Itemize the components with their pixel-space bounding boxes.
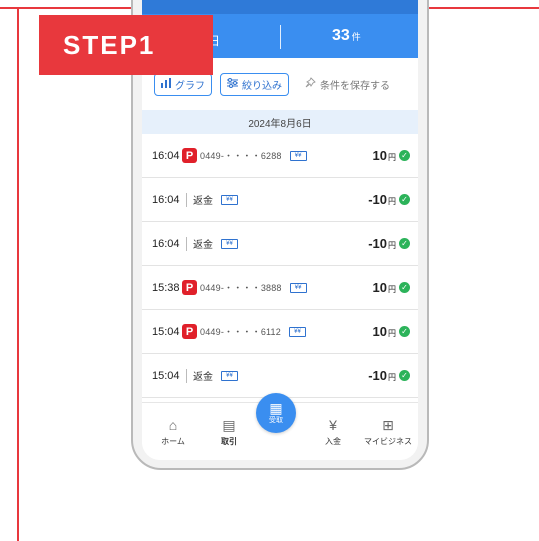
paypay-logo-icon: P xyxy=(182,324,197,339)
check-circle-icon: ✓ xyxy=(399,238,410,249)
paypay-logo-icon: P xyxy=(182,148,197,163)
bar-chart-icon xyxy=(161,77,171,91)
transaction-amount: -10円 xyxy=(368,192,396,207)
amount-value: -10 xyxy=(368,192,387,207)
check-circle-icon: ✓ xyxy=(399,194,410,205)
check-circle-icon: ✓ xyxy=(399,370,410,381)
transaction-amount: 10円 xyxy=(373,148,396,163)
divider xyxy=(186,236,187,251)
transaction-row[interactable]: 15:38 P 0449-・・・・3888 ¥¥ 10円 ✓ xyxy=(142,266,418,310)
transaction-time: 15:04 xyxy=(152,369,180,382)
save-conditions-label: 条件を保存する xyxy=(320,80,390,92)
amount-value: -10 xyxy=(368,368,387,383)
transaction-time: 16:04 xyxy=(152,149,180,162)
amount-unit: 円 xyxy=(388,197,396,206)
transaction-amount: 10円 xyxy=(373,324,396,339)
yen-ticket-icon: ¥¥ xyxy=(289,150,307,161)
yen-ticket-icon: ¥¥ xyxy=(289,282,307,293)
amount-value: 10 xyxy=(372,324,387,339)
count-value: 33 xyxy=(332,27,350,44)
date-header: 2024年8月6日 xyxy=(142,110,418,134)
frame-left-line xyxy=(17,7,19,541)
tab-my-business-label: マイビジネス xyxy=(364,437,412,446)
step-badge: STEP1 xyxy=(39,15,213,75)
transaction-count: 33 件 xyxy=(332,27,361,45)
refund-label: 返金 xyxy=(193,372,213,383)
transaction-time: 16:04 xyxy=(152,193,180,206)
receipt-icon: ▤ xyxy=(222,417,236,433)
amount-unit: 円 xyxy=(388,285,396,294)
transaction-row[interactable]: 16:04 P 0449-・・・・6288 ¥¥ 10円 ✓ xyxy=(142,134,418,178)
graph-button[interactable]: グラフ xyxy=(154,72,212,96)
filter-button[interactable]: 絞り込み xyxy=(220,72,289,96)
transaction-phone: 0449-・・・・3888 xyxy=(200,283,282,293)
transaction-row[interactable]: 15:04 P 0449-・・・・6112 ¥¥ 10円 ✓ xyxy=(142,310,418,354)
check-circle-icon: ✓ xyxy=(399,150,410,161)
amount-unit: 円 xyxy=(388,241,396,250)
yen-ticket-icon: ¥¥ xyxy=(221,370,238,381)
qr-icon: ▦ xyxy=(269,400,283,416)
tab-deposit[interactable]: ¥ 入金 xyxy=(308,417,358,447)
filter-label: 絞り込み xyxy=(242,80,282,92)
transaction-row[interactable]: 16:04 返金 ¥¥ -10円 ✓ xyxy=(142,222,418,266)
amount-value: 10 xyxy=(372,148,387,163)
tab-transactions[interactable]: ▤ 取引 xyxy=(204,417,254,447)
divider xyxy=(186,192,187,207)
transaction-amount: -10円 xyxy=(368,368,396,383)
amount-value: -10 xyxy=(368,236,387,251)
refund-label: 返金 xyxy=(193,196,213,207)
home-icon: ⌂ xyxy=(168,417,178,433)
transaction-list: 16:04 P 0449-・・・・6288 ¥¥ 10円 ✓ 16:04 返金 ¥¥ -10円 ✓ 1… xyxy=(142,134,418,398)
sliders-icon xyxy=(227,77,238,91)
grid-icon: ⊞ xyxy=(382,417,394,433)
transaction-time: 15:04 xyxy=(152,325,180,338)
check-circle-icon: ✓ xyxy=(399,326,410,337)
count-unit: 件 xyxy=(351,32,361,42)
divider xyxy=(186,368,187,383)
transaction-amount: 10円 xyxy=(373,280,396,295)
graph-label: グラフ xyxy=(175,80,205,92)
tab-my-business[interactable]: ⊞ マイビジネス xyxy=(360,417,416,447)
transaction-phone: 0449-・・・・6288 xyxy=(200,151,282,161)
transaction-amount: -10円 xyxy=(368,236,396,251)
transaction-row[interactable]: 16:04 返金 ¥¥ -10円 ✓ xyxy=(142,178,418,222)
transaction-time: 15:38 xyxy=(152,281,180,294)
amount-unit: 円 xyxy=(388,373,396,382)
yen-ticket-icon: ¥¥ xyxy=(221,194,238,205)
tab-home[interactable]: ⌂ ホーム xyxy=(148,417,198,447)
receive-qr-button[interactable]: ▦ 受取 xyxy=(256,393,296,433)
receive-label: 受取 xyxy=(269,417,283,424)
amount-unit: 円 xyxy=(388,329,396,338)
transaction-phone: 0449-・・・・6112 xyxy=(200,327,281,337)
check-circle-icon: ✓ xyxy=(399,282,410,293)
transaction-row[interactable]: 15:04 返金 ¥¥ -10円 ✓ xyxy=(142,354,418,398)
summary-divider xyxy=(280,25,281,49)
refund-label: 返金 xyxy=(193,240,213,251)
tab-transactions-label: 取引 xyxy=(221,437,237,446)
save-conditions-link[interactable]: 条件を保存する xyxy=(305,77,390,92)
yen-ticket-icon: ¥¥ xyxy=(221,238,238,249)
pin-icon xyxy=(305,77,316,91)
yen-ticket-icon: ¥¥ xyxy=(288,326,306,337)
tab-home-label: ホーム xyxy=(161,437,185,446)
paypay-logo-icon: P xyxy=(182,280,197,295)
tab-deposit-label: 入金 xyxy=(325,437,341,446)
yen-icon: ¥ xyxy=(329,417,337,433)
transaction-time: 16:04 xyxy=(152,237,180,250)
amount-value: 10 xyxy=(372,280,387,295)
header-top-strip xyxy=(142,0,418,14)
amount-unit: 円 xyxy=(388,153,396,162)
bottom-tab-bar: ⌂ ホーム ▤ 取引 ▦ 受取 ¥ 入金 ⊞ マイビジネス xyxy=(142,393,418,460)
